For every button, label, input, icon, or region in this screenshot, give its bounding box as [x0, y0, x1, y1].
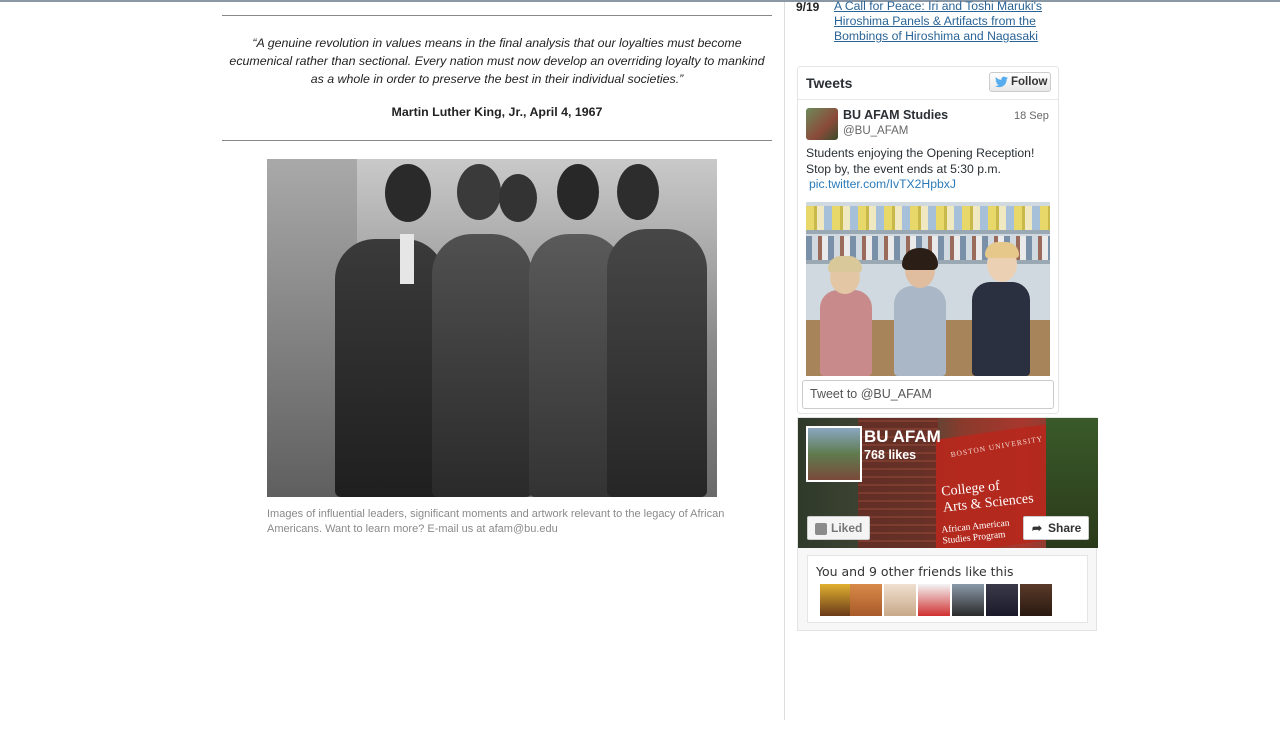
photo-figure: [617, 164, 659, 220]
quote-top-rule: [222, 15, 772, 16]
twitter-timeline-widget: Tweets Follow BU AFAM Studies @BU_AFAM 1…: [797, 66, 1059, 414]
facebook-page-picture[interactable]: [806, 426, 862, 482]
facebook-page-name[interactable]: BU AFAM: [864, 427, 941, 447]
photo-figure: [820, 290, 872, 376]
friend-avatar[interactable]: [986, 584, 1018, 616]
column-divider: [784, 2, 785, 720]
historic-group-photo: [267, 159, 717, 497]
photo-figure: [972, 282, 1030, 376]
friend-avatar[interactable]: [918, 584, 950, 616]
tweet-avatar[interactable]: [806, 108, 838, 140]
tweet-photo[interactable]: [806, 202, 1050, 376]
quote-attribution: Martin Luther King, Jr., April 4, 1967: [391, 105, 603, 119]
photo-figure: [902, 248, 938, 270]
facebook-page-widget: BOSTON UNIVERSITY College of Arts & Scie…: [797, 417, 1098, 631]
photo-figure: [335, 239, 445, 497]
tweet-text: Students enjoying the Opening Reception!…: [806, 146, 1035, 176]
facebook-like-count: 768 likes: [864, 448, 917, 462]
photo-caption: Images of influential leaders, significa…: [267, 508, 725, 535]
twitter-follow-button[interactable]: Follow: [989, 72, 1051, 92]
quote-bottom-rule: [222, 140, 772, 141]
photo-books: [806, 206, 1050, 230]
photo-figure: [894, 286, 946, 376]
friend-avatar[interactable]: [850, 584, 882, 616]
photo-figure: [385, 164, 431, 222]
news-date: 9/19: [796, 0, 820, 14]
photo-figure: [607, 229, 707, 497]
tweet-author-handle[interactable]: @BU_AFAM: [843, 125, 908, 137]
twitter-title: Tweets: [806, 75, 853, 91]
facebook-share-button[interactable]: ➦ Share: [1023, 516, 1089, 540]
photo-figure: [432, 234, 532, 497]
photo-figure: [400, 234, 414, 284]
photo-shelf: [806, 230, 1050, 234]
news-link[interactable]: A Call for Peace: Iri and Toshi Maruki's…: [834, 0, 1054, 44]
friend-avatar[interactable]: [1020, 584, 1052, 616]
share-arrow-icon: ➦: [1032, 521, 1043, 535]
twitter-header: Tweets Follow: [798, 67, 1058, 100]
facebook-friends-box: You and 9 other friends like this: [807, 555, 1088, 623]
twitter-bird-icon: [995, 76, 1008, 88]
photo-figure: [828, 256, 862, 272]
tweet-author-name[interactable]: BU AFAM Studies: [843, 108, 948, 122]
photo-figure: [985, 242, 1019, 258]
photo-figure: [457, 164, 501, 220]
facebook-like-icon: [815, 523, 827, 535]
friend-avatar[interactable]: [952, 584, 984, 616]
friend-avatar[interactable]: [884, 584, 916, 616]
tweet-date[interactable]: 18 Sep: [1014, 110, 1049, 122]
facebook-liked-label: Liked: [831, 521, 863, 535]
tweet-pic-link[interactable]: pic.twitter.com/IvTX2HpbxJ: [809, 177, 956, 191]
twitter-follow-label: Follow: [1011, 76, 1048, 88]
mlk-quote: “A genuine revolution in values means in…: [229, 36, 765, 86]
photo-figure: [557, 164, 599, 220]
facebook-share-label: Share: [1048, 521, 1082, 535]
tweet-compose-input[interactable]: Tweet to @BU_AFAM: [802, 380, 1054, 409]
facebook-friends-text: You and 9 other friends like this: [816, 564, 1014, 579]
friend-avatar[interactable]: [820, 584, 852, 616]
photo-figure: [499, 174, 537, 222]
top-border: [0, 0, 1280, 2]
facebook-liked-button[interactable]: Liked: [807, 516, 870, 540]
